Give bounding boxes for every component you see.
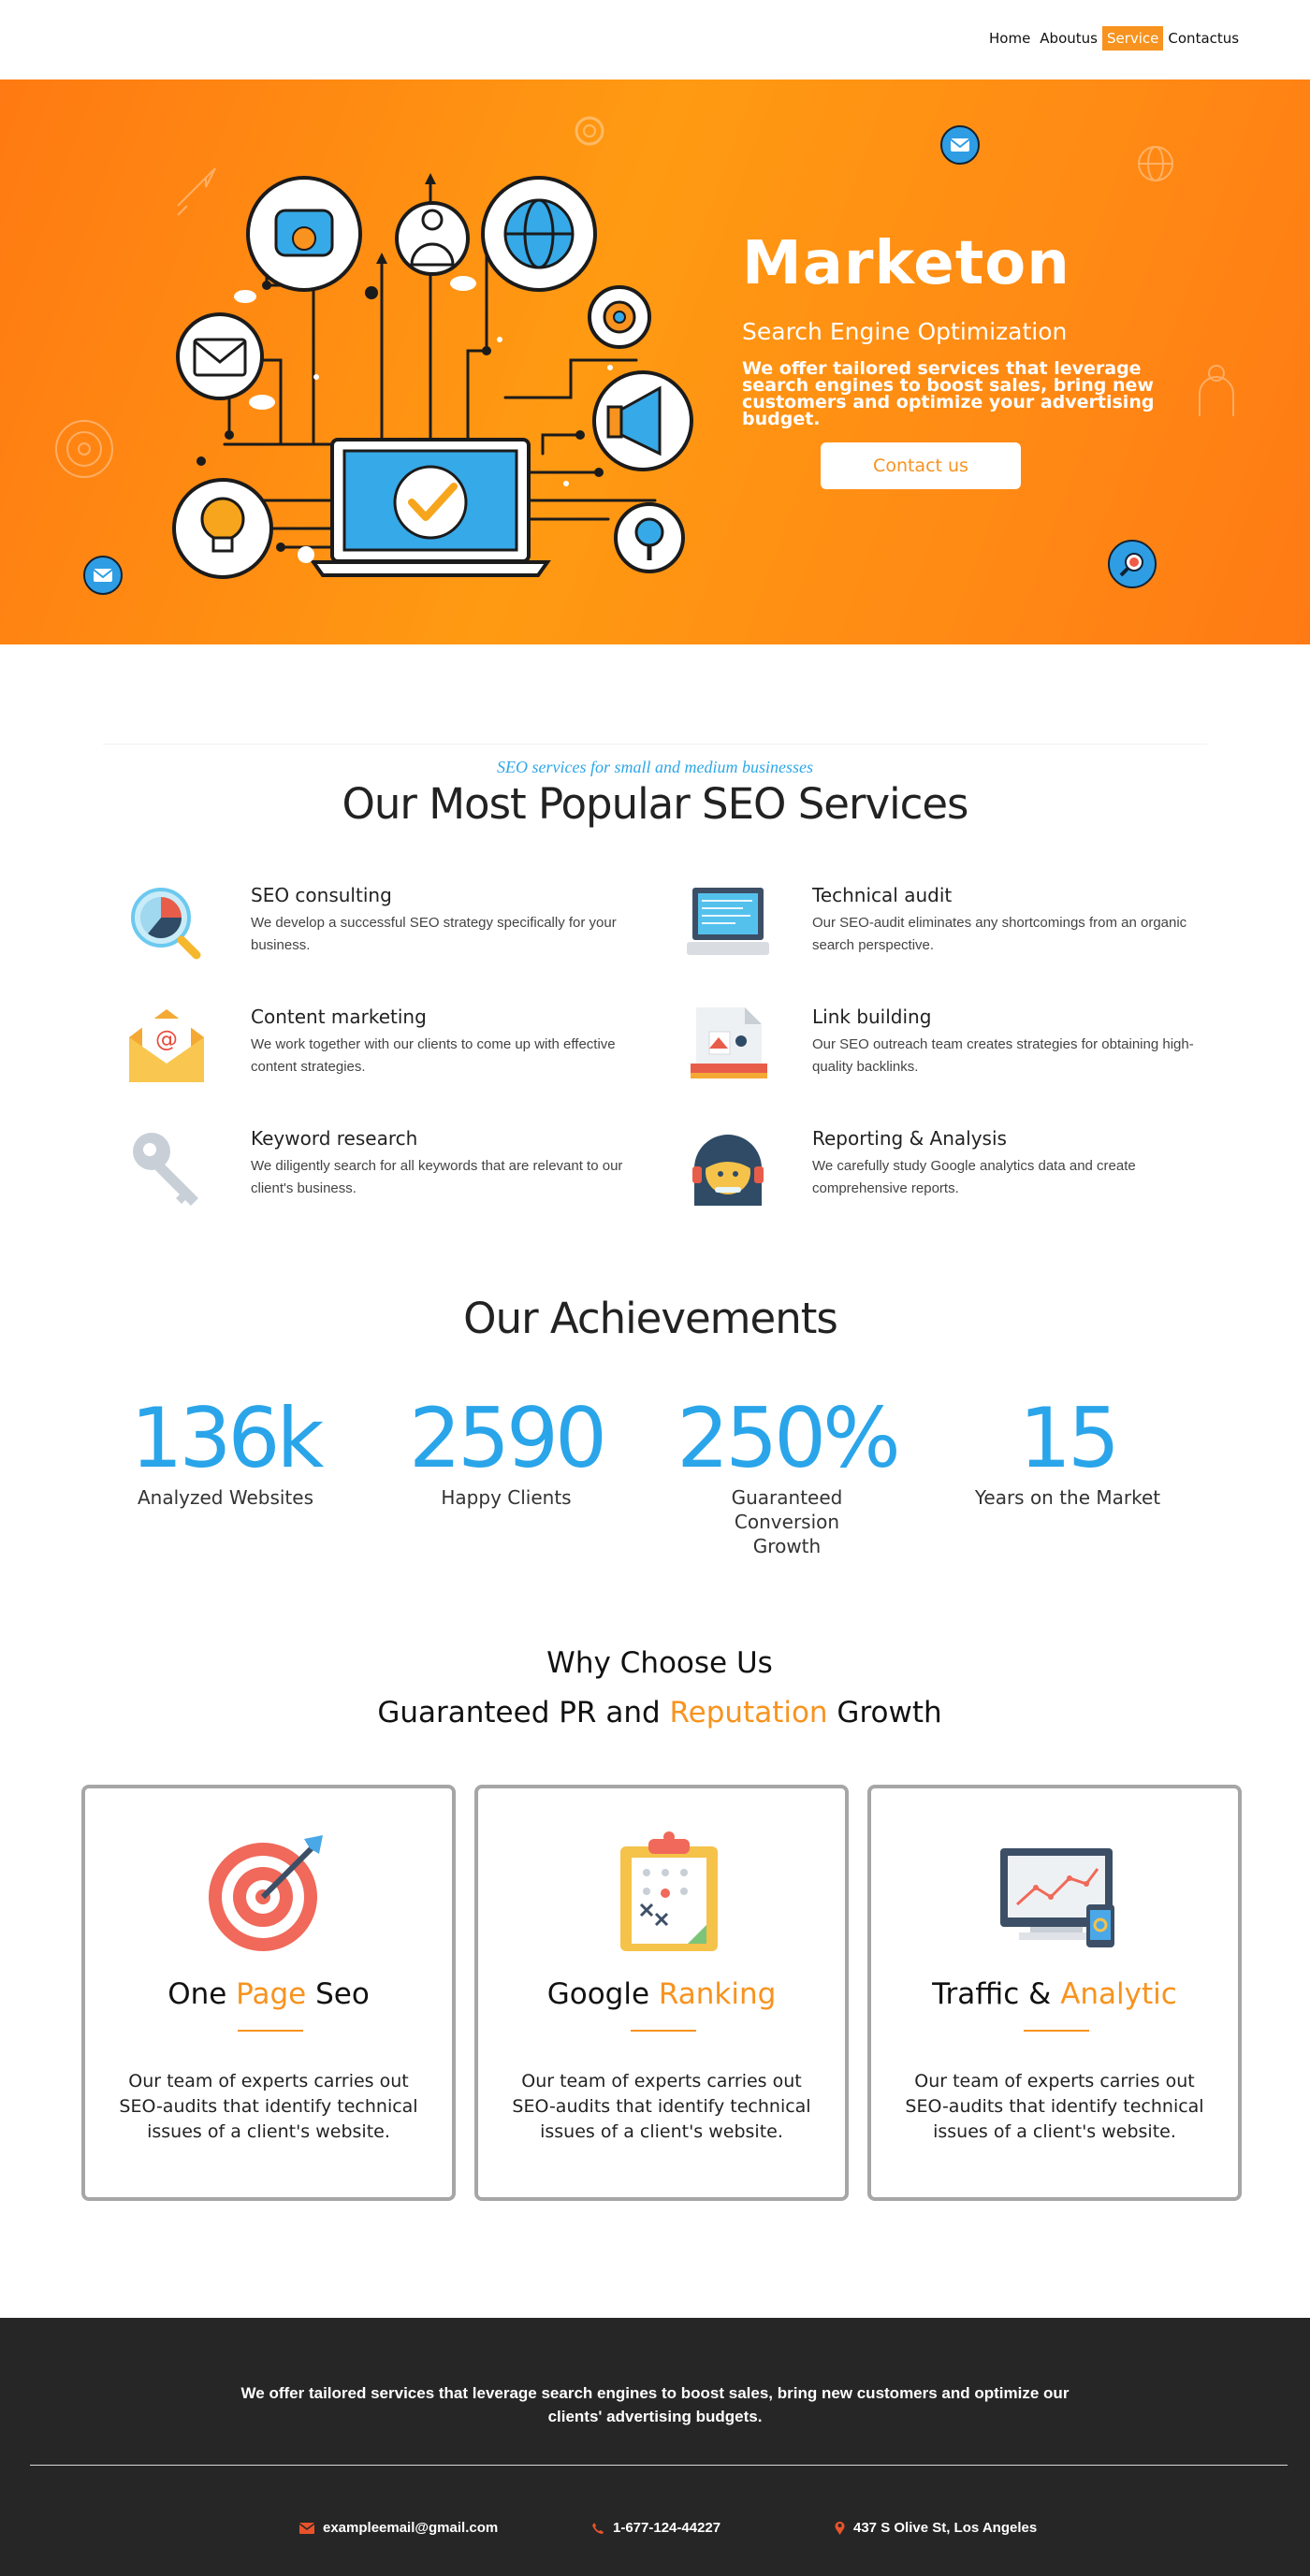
feature-card: Google Ranking Our team of experts carri… <box>474 1785 849 2201</box>
card-title-post: Seo <box>306 1977 370 2011</box>
card-underline <box>1024 2030 1089 2032</box>
service-text: We develop a successful SEO strategy spe… <box>251 915 617 953</box>
nav-service-link[interactable]: Service <box>1101 26 1164 51</box>
services-title: Our Most Popular SEO Services <box>342 779 968 829</box>
target-icon <box>209 1835 323 1951</box>
card-title-pre: One <box>167 1977 237 2011</box>
stat-value: 2590 <box>409 1390 607 1486</box>
service-text: Our SEO outreach team creates strategies… <box>812 1036 1194 1075</box>
card-underline <box>631 2030 696 2032</box>
service-item: SEO consulting We develop a successful S… <box>125 884 649 977</box>
service-text: We work together with our clients to com… <box>251 1036 616 1075</box>
stat-block: 2590 Happy Clients <box>371 1394 642 1510</box>
nav-menu: Home Aboutus Service Contactus <box>984 26 1244 51</box>
services-kicker: SEO services for small and medium busine… <box>497 758 813 776</box>
card-title-pre: Traffic & <box>932 1977 1061 2011</box>
globe-deco-icon <box>1138 146 1173 181</box>
service-item: Reporting & Analysis We carefully study … <box>687 1127 1211 1221</box>
section-divider <box>103 744 1207 745</box>
card-title-highlight: Page <box>236 1977 307 2011</box>
key-icon <box>133 1133 198 1206</box>
why-subtitle: Guaranteed PR and Reputation Growth <box>0 1696 1310 1729</box>
card-title-pre: Google <box>546 1977 659 2011</box>
document-icon <box>691 1007 767 1078</box>
clipboard-icon <box>620 1831 718 1951</box>
card-text: Our team of experts carries out SEO-audi… <box>119 2071 418 2142</box>
seo-network-illustration <box>172 173 693 579</box>
hero-title: Marketon <box>742 229 1070 298</box>
service-name: Content marketing <box>251 1006 427 1028</box>
footer-address: 437 S Olive St, Los Angeles <box>835 2520 1037 2536</box>
nav-contactus-link[interactable]: Contactus <box>1163 26 1244 51</box>
hero-description: We offer tailored services that leverage… <box>742 358 1155 429</box>
service-item: Link building Our SEO outreach team crea… <box>687 1006 1211 1099</box>
service-name: Keyword research <box>251 1127 418 1150</box>
envelope-icon <box>299 2522 314 2534</box>
email-link[interactable]: exampleemail@gmail.com <box>323 2520 498 2536</box>
why-subtitle-pre: Guaranteed PR and <box>377 1696 670 1729</box>
stat-value: 250% <box>677 1390 901 1486</box>
feature-card: Traffic & Analytic Our team of experts c… <box>867 1785 1242 2201</box>
achievements-title: Our Achievements <box>463 1294 838 1343</box>
stat-block: 250% Guaranteed Conversion Growth <box>651 1394 923 1558</box>
card-underline <box>238 2030 303 2032</box>
service-name: Technical audit <box>812 884 953 906</box>
stat-label: Happy Clients <box>441 1486 572 1509</box>
nav-aboutus-link[interactable]: Aboutus <box>1035 26 1102 51</box>
why-title: Why Choose Us <box>546 1646 773 1680</box>
email-envelope-icon: @ <box>129 1009 204 1082</box>
phone-link[interactable]: 1-677-124-44227 <box>613 2520 720 2536</box>
mail-badge-icon <box>940 125 980 165</box>
laptop-icon <box>687 888 769 955</box>
service-text: Our SEO-audit eliminates any shortcoming… <box>812 915 1187 953</box>
service-item: @ Content marketing We work together wit… <box>125 1006 649 1099</box>
card-title-highlight: Ranking <box>658 1977 777 2011</box>
footer-email: exampleemail@gmail.com <box>299 2520 498 2536</box>
hero-subtitle: Search Engine Optimization <box>742 318 1068 345</box>
nav-home-link[interactable]: Home <box>984 26 1035 51</box>
stat-block: 15 Years on the Market <box>932 1394 1203 1510</box>
service-text: We carefully study Google analytics data… <box>812 1158 1136 1196</box>
stat-value: 15 <box>1019 1390 1120 1486</box>
hero-banner: Marketon Search Engine Optimization We o… <box>0 80 1310 644</box>
phone-icon <box>592 2522 604 2534</box>
footer: We offer tailored services that leverage… <box>0 2318 1310 2576</box>
stat-value: 136k <box>130 1390 325 1486</box>
service-name: Link building <box>812 1006 932 1028</box>
chart-magnifier-icon <box>131 888 201 960</box>
why-subtitle-highlight: Reputation <box>669 1696 828 1729</box>
card-text: Our team of experts carries out SEO-audi… <box>512 2071 811 2142</box>
monitor-chart-icon <box>1000 1848 1114 1947</box>
service-name: Reporting & Analysis <box>812 1127 1007 1150</box>
stat-label: Analyzed Websites <box>137 1486 313 1509</box>
why-subtitle-post: Growth <box>827 1696 942 1729</box>
feature-card: One Page Seo Our team of experts carries… <box>81 1785 456 2201</box>
card-title-highlight: Analytic <box>1060 1977 1177 2011</box>
footer-text: We offer tailored services that leverage… <box>240 2384 1070 2425</box>
footer-divider <box>30 2465 1288 2466</box>
footer-phone: 1-677-124-44227 <box>591 2520 720 2536</box>
stat-label: Guaranteed Conversion Growth <box>731 1486 843 1557</box>
search-badge-icon <box>1108 540 1157 588</box>
svg-text:@: @ <box>155 1026 178 1052</box>
card-title: One Page Seo <box>85 1977 452 2011</box>
top-navbar: Home Aboutus Service Contactus <box>0 0 1310 80</box>
service-item: Technical audit Our SEO-audit eliminates… <box>687 884 1211 977</box>
service-item: Keyword research We diligently search fo… <box>125 1127 649 1221</box>
support-agent-icon <box>692 1135 764 1206</box>
stat-label: Years on the Market <box>974 1486 1161 1509</box>
card-text: Our team of experts carries out SEO-audi… <box>905 2071 1204 2142</box>
map-pin-icon <box>835 2521 845 2535</box>
service-text: We diligently search for all keywords th… <box>251 1158 623 1196</box>
contact-us-button[interactable]: Contact us <box>821 442 1021 489</box>
address-text: 437 S Olive St, Los Angeles <box>853 2520 1038 2536</box>
stat-block: 136k Analyzed Websites <box>90 1394 361 1510</box>
card-title: Google Ranking <box>478 1977 845 2011</box>
service-name: SEO consulting <box>251 884 392 906</box>
card-title: Traffic & Analytic <box>871 1977 1238 2011</box>
